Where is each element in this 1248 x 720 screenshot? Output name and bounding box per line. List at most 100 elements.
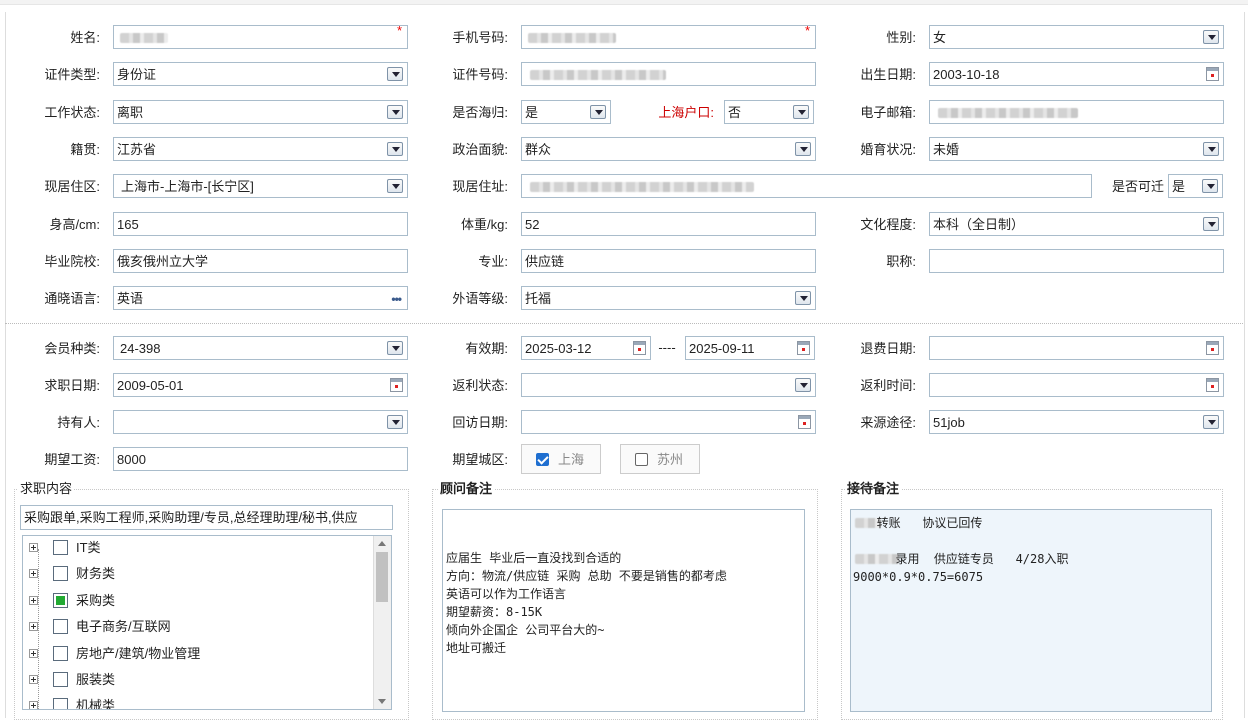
member-type-select[interactable]: 24-398 [113,336,408,360]
job-content-summary[interactable]: 采购跟单,采购工程师,采购助理/专员,总经理助理/秘书,供应 [20,505,393,530]
calendar-icon[interactable] [798,415,811,429]
refund-date-field[interactable] [929,336,1224,360]
chevron-down-icon[interactable] [387,179,403,193]
chevron-down-icon[interactable] [795,378,811,392]
valid-start-field[interactable]: 2025-03-12 [521,336,651,360]
expand-icon[interactable] [29,622,38,631]
checkbox-checked-icon[interactable] [536,453,549,466]
calendar-icon[interactable] [633,341,646,355]
tree-item[interactable]: 电子商务/互联网 [23,615,373,641]
checkbox-icon[interactable] [53,619,68,634]
name-field[interactable]: * [113,23,408,49]
birth-date-field[interactable]: 2003-10-18 [929,62,1224,86]
id-number-field[interactable] [521,62,816,86]
valid-end-field[interactable]: 2025-09-11 [685,336,815,360]
tree-item[interactable]: IT类 [23,536,373,562]
chevron-down-icon[interactable] [387,105,403,119]
id-type-select[interactable]: 身份证 [113,62,408,86]
calendar-icon[interactable] [1206,378,1219,392]
relocatable-select[interactable]: 是 [1168,174,1223,198]
education-select[interactable]: 本科（全日制） [929,212,1224,236]
language-field[interactable]: 英语 ••• [113,286,408,310]
chevron-down-icon[interactable] [795,291,811,305]
chevron-down-icon[interactable] [387,341,403,355]
checkbox-icon[interactable] [53,646,68,661]
chevron-down-icon[interactable] [1203,30,1219,44]
scroll-up-icon[interactable] [378,541,386,546]
source-select[interactable]: 51job [929,410,1224,434]
checkbox-icon[interactable] [53,698,68,709]
city-option-shanghai[interactable]: 上海 [521,444,601,474]
expand-icon[interactable] [29,701,38,709]
checkbox-icon[interactable] [53,540,68,555]
phone-field[interactable]: * [521,23,816,49]
residence-address-field[interactable] [521,174,1092,198]
major-label: 专业: [478,254,508,269]
residence-area-select[interactable]: 上海市-上海市-[长宁区] [113,174,408,198]
native-place-select[interactable]: 江苏省 [113,137,408,161]
chevron-down-icon[interactable] [793,105,809,119]
school-field[interactable]: 俄亥俄州立大学 [113,249,408,273]
checkbox-partial-icon[interactable] [53,593,68,608]
id-type-label: 证件类型: [44,67,100,82]
chevron-down-icon[interactable] [387,142,403,156]
calendar-icon[interactable] [390,378,403,392]
returnee-select[interactable]: 是 [521,100,611,124]
expand-icon[interactable] [29,649,38,658]
title-field[interactable] [929,249,1224,273]
scroll-thumb[interactable] [376,552,388,602]
email-field[interactable] [929,100,1224,124]
language-value: 英语 [117,291,144,306]
shanghai-hukou-select[interactable]: 否 [724,100,814,124]
job-content-legend: 求职内容 [18,481,75,497]
gender-select[interactable]: 女 [929,25,1224,49]
expand-icon[interactable] [29,675,38,684]
expand-icon[interactable] [29,543,38,552]
work-status-select[interactable]: 离职 [113,100,408,124]
chevron-down-icon[interactable] [1203,142,1219,156]
tree-item[interactable]: 机械类 [23,694,373,709]
political-select[interactable]: 群众 [521,137,816,161]
rebate-status-select[interactable] [521,373,816,397]
checkbox-icon[interactable] [635,453,648,466]
tree-item[interactable]: 采购类 [23,589,373,615]
checkbox-icon[interactable] [53,566,68,581]
callback-date-field[interactable] [521,410,816,434]
chevron-down-icon[interactable] [795,142,811,156]
scroll-down-icon[interactable] [378,699,386,704]
chevron-down-icon[interactable] [1202,179,1218,193]
rebate-status-label: 返利状态: [452,378,508,393]
calendar-icon[interactable] [1206,67,1219,81]
tree-item[interactable]: 财务类 [23,562,373,588]
reception-notes-textarea[interactable]: 转账 协议已回传 录用 供应链专员 4/28入职 9000*0.9*0.75=6… [850,509,1212,712]
marital-select[interactable]: 未婚 [929,137,1224,161]
expected-salary-field[interactable]: 8000 [113,447,408,471]
calendar-icon[interactable] [797,341,810,355]
advisor-notes-textarea[interactable]: 应届生 毕业后一直没找到合适的 方向：物流/供应链 采购 总助 不要是销售的都考… [442,509,805,712]
holder-select[interactable] [113,410,408,434]
chevron-down-icon[interactable] [387,415,403,429]
tree-scrollbar[interactable] [373,536,391,709]
city-option-suzhou[interactable]: 苏州 [620,444,700,474]
height-field[interactable]: 165 [113,212,408,236]
work-status-label: 工作状态: [44,105,100,120]
language-level-select[interactable]: 托福 [521,286,816,310]
expand-icon[interactable] [29,596,38,605]
residence-area-value: 上海市-上海市-[长宁区] [121,179,254,194]
chevron-down-icon[interactable] [1203,217,1219,231]
calendar-icon[interactable] [1206,341,1219,355]
name-label: 姓名: [70,30,100,45]
tree-item[interactable]: 房地产/建筑/物业管理 [23,642,373,668]
job-seek-date-field[interactable]: 2009-05-01 [113,373,408,397]
chevron-down-icon[interactable] [1203,415,1219,429]
chevron-down-icon[interactable] [387,67,403,81]
checkbox-icon[interactable] [53,672,68,687]
job-category-tree[interactable]: IT类 财务类 采购类 电子商务/互联网 房地产/建筑/物业管理 服装类 机械类 [22,535,392,710]
rebate-time-field[interactable] [929,373,1224,397]
chevron-down-icon[interactable] [590,105,606,119]
tree-item[interactable]: 服装类 [23,668,373,694]
major-field[interactable]: 供应链 [521,249,816,273]
more-icon[interactable]: ••• [391,292,402,306]
expand-icon[interactable] [29,569,38,578]
weight-field[interactable]: 52 [521,212,816,236]
